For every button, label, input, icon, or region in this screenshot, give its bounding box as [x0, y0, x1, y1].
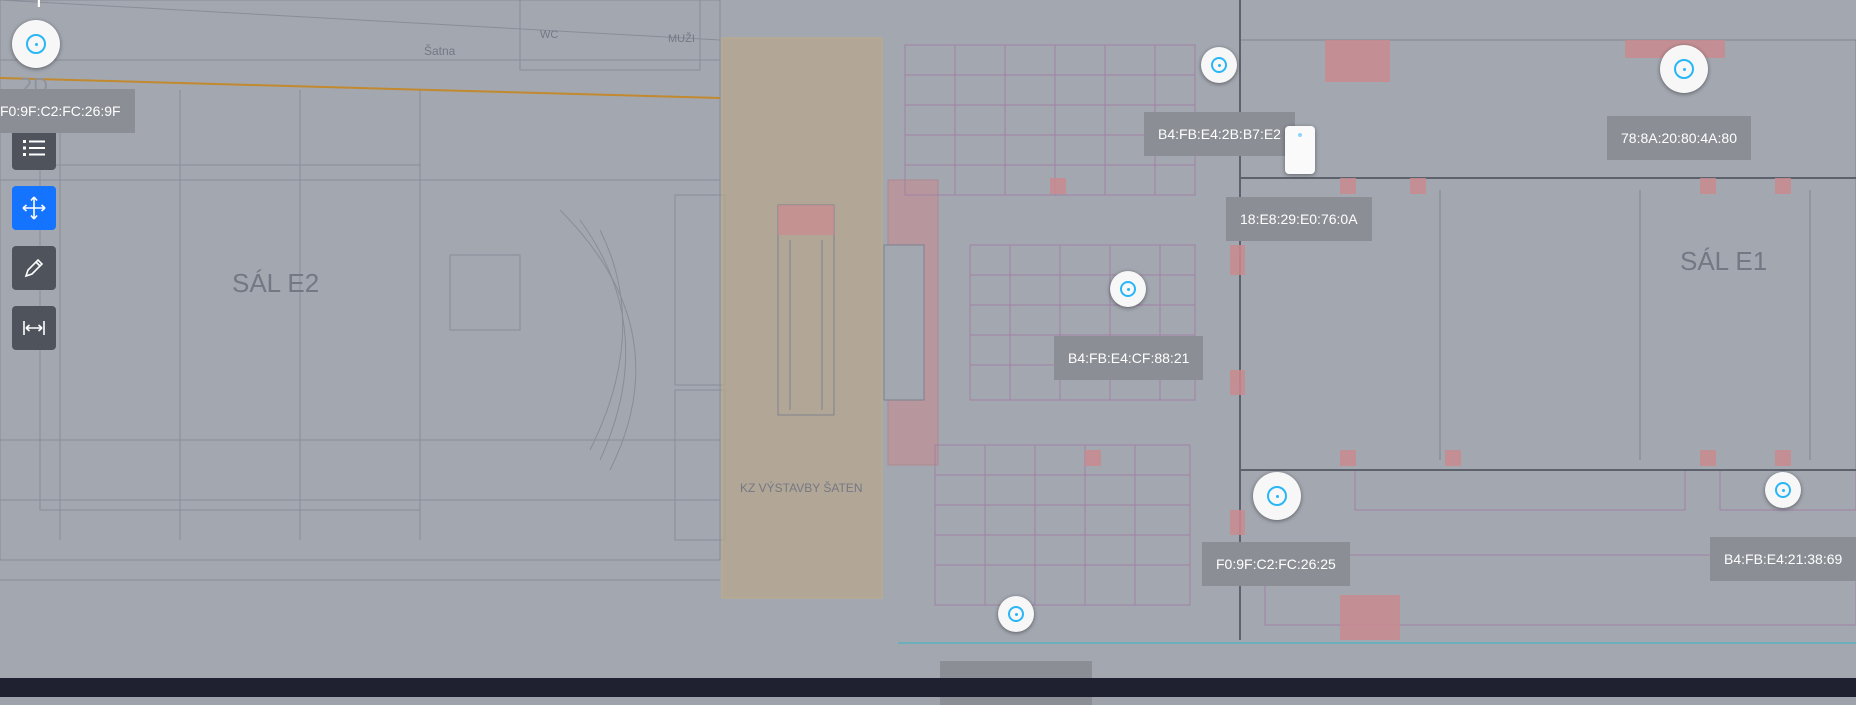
- room-label-wc: WC: [540, 29, 558, 41]
- ap-icon: [1211, 57, 1227, 73]
- ap-marker-f09fc2fc269f[interactable]: [12, 20, 60, 68]
- room-label-satna: Šatna: [424, 43, 456, 58]
- measure-tool-button[interactable]: [12, 306, 56, 350]
- ap-icon: [26, 34, 46, 54]
- ap-label[interactable]: B4:FB:E4:CF:88:21: [1054, 336, 1204, 380]
- ap-icon: [1775, 482, 1791, 498]
- room-label-vystavby: KZ VÝSTAVBY ŠATEN: [740, 480, 862, 495]
- ap-icon: [1674, 59, 1694, 79]
- move-tool-button[interactable]: [12, 186, 56, 230]
- draw-tool-button[interactable]: [12, 246, 56, 290]
- ap-marker-b4fbe4cf8821[interactable]: [1110, 271, 1146, 307]
- ap-label[interactable]: F0:9F:C2:FC:26:9F: [0, 89, 135, 133]
- ap-marker-f09fc2fc2625[interactable]: [1253, 472, 1301, 520]
- ap-marker-788a20804a80[interactable]: [1660, 45, 1708, 93]
- status-led-icon: [1298, 133, 1302, 137]
- ap-label[interactable]: 78:8A:20:80:4A:80: [1607, 116, 1751, 160]
- ap-label[interactable]: 18:E8:29:E0:76:0A: [1226, 197, 1372, 241]
- zoom-in-button[interactable]: +: [28, 0, 50, 14]
- ap-marker-b4fbe42bb1d6[interactable]: [998, 596, 1034, 632]
- ap-label[interactable]: B4:FB:E4:21:38:69: [1710, 537, 1856, 581]
- ap-marker-b4fbe42bb7e2[interactable]: [1201, 47, 1237, 83]
- floorplan-drawing: SÁL E2 SÁL E1 Šatna MUŽI WC KZ VÝSTAVBY …: [0, 0, 1856, 644]
- ap-icon: [1120, 281, 1136, 297]
- ap-marker-b4fbe4213869[interactable]: [1765, 472, 1801, 508]
- bottom-bar: [0, 678, 1856, 697]
- wall-ap-marker-18e829e0760a[interactable]: [1285, 126, 1315, 174]
- ap-icon: [1267, 486, 1287, 506]
- list-icon: [23, 140, 45, 156]
- floorplan-canvas[interactable]: SÁL E2 SÁL E1 Šatna MUŽI WC KZ VÝSTAVBY …: [0, 0, 1856, 678]
- room-label-muzi: MUŽI: [668, 32, 695, 45]
- move-icon: [22, 196, 46, 220]
- ap-label[interactable]: B4:FB:E4:2B:B7:E2: [1144, 112, 1295, 156]
- measure-icon: [23, 321, 45, 335]
- pencil-icon: [24, 258, 44, 278]
- room-label-sal-e2: SÁL E2: [232, 268, 319, 298]
- room-label-sal-e1: SÁL E1: [1680, 246, 1767, 276]
- ap-icon: [1008, 606, 1024, 622]
- ap-label[interactable]: F0:9F:C2:FC:26:25: [1202, 542, 1350, 586]
